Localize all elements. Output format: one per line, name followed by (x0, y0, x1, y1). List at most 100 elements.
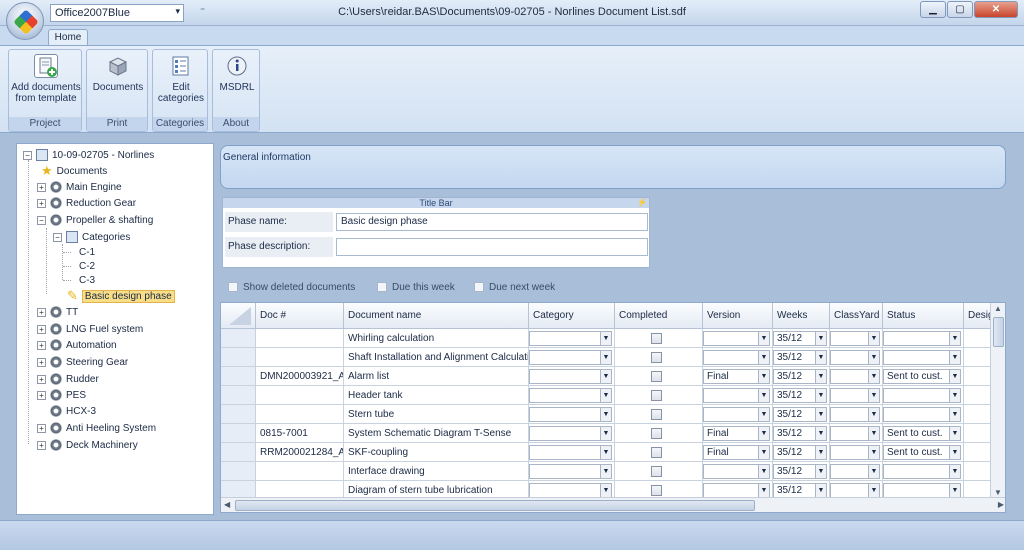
category-dropdown[interactable]: ▼ (529, 445, 612, 460)
scroll-up-icon[interactable]: ▲ (994, 304, 1002, 313)
horizontal-scrollbar[interactable]: ◀ ▶ (221, 497, 1005, 512)
tree-item-main-engine[interactable]: + Main Engine (37, 179, 122, 195)
version-dropdown[interactable]: Final ▼ (703, 445, 770, 460)
expand-icon[interactable]: + (37, 198, 46, 208)
row-header[interactable] (221, 386, 256, 405)
completed-checkbox[interactable] (651, 390, 662, 401)
classyard-dropdown[interactable]: ▼ (830, 445, 880, 460)
column-header-category[interactable]: Category (529, 303, 615, 329)
completed-checkbox[interactable] (651, 371, 662, 382)
expand-icon[interactable]: + (37, 423, 46, 433)
status-dropdown[interactable]: ▼ (883, 464, 961, 479)
application-menu-button[interactable] (6, 2, 44, 40)
document-name-cell[interactable]: Alarm list (344, 367, 529, 386)
expand-icon[interactable]: + (37, 374, 46, 384)
doc-number-cell[interactable] (256, 348, 344, 367)
status-dropdown[interactable]: ▼ (883, 483, 961, 498)
expand-icon[interactable]: + (37, 307, 46, 317)
general-information-panel[interactable]: General information (220, 145, 1006, 189)
doc-number-cell[interactable] (256, 386, 344, 405)
version-dropdown[interactable]: ▼ (703, 407, 770, 422)
tree-item-deck-machinery[interactable]: + Deck Machinery (37, 437, 138, 453)
doc-number-cell[interactable] (256, 462, 344, 481)
vertical-scroll-thumb[interactable] (993, 317, 1004, 347)
row-header[interactable] (221, 367, 256, 386)
column-header-version[interactable]: Version (703, 303, 773, 329)
edit-categories-button[interactable]: Edit categories (155, 52, 207, 104)
minimize-button[interactable]: ▁ (920, 1, 946, 18)
due-next-week-checkbox[interactable]: Due next week (474, 280, 555, 294)
due-this-week-checkbox[interactable]: Due this week (377, 280, 455, 294)
project-tree[interactable]: − 10-09-02705 - Norlines ★ Documents + M… (16, 143, 214, 515)
column-header-status[interactable]: Status (883, 303, 964, 329)
completed-checkbox[interactable] (651, 466, 662, 477)
expand-icon[interactable]: + (37, 440, 46, 450)
tree-item-rudder[interactable]: + Rudder (37, 371, 99, 387)
tree-item-c3[interactable]: C-3 (63, 272, 95, 288)
tree-item-documents[interactable]: ★ Documents (41, 163, 107, 179)
expand-icon[interactable]: + (37, 340, 46, 350)
category-dropdown[interactable]: ▼ (529, 483, 612, 498)
tree-item-reduction-gear[interactable]: + Reduction Gear (37, 195, 136, 211)
completed-checkbox[interactable] (651, 428, 662, 439)
select-all-corner[interactable] (221, 303, 256, 329)
classyard-dropdown[interactable]: ▼ (830, 407, 880, 422)
scroll-left-icon[interactable]: ◀ (224, 500, 230, 509)
document-name-cell[interactable]: Header tank (344, 386, 529, 405)
status-dropdown[interactable]: ▼ (883, 407, 961, 422)
category-dropdown[interactable]: ▼ (529, 464, 612, 479)
completed-checkbox[interactable] (651, 447, 662, 458)
close-button[interactable]: ✕ (974, 1, 1018, 18)
category-dropdown[interactable]: ▼ (529, 369, 612, 384)
classyard-dropdown[interactable]: ▼ (830, 483, 880, 498)
status-dropdown[interactable]: ▼ (883, 331, 961, 346)
expand-icon[interactable]: + (37, 182, 46, 192)
show-deleted-checkbox[interactable]: Show deleted documents (228, 280, 355, 294)
row-header[interactable] (221, 348, 256, 367)
completed-checkbox[interactable] (651, 352, 662, 363)
row-header[interactable] (221, 462, 256, 481)
category-dropdown[interactable]: ▼ (529, 426, 612, 441)
completed-checkbox[interactable] (651, 409, 662, 420)
row-header[interactable] (221, 443, 256, 462)
expand-icon[interactable]: + (37, 390, 46, 400)
tree-item-hcx3[interactable]: HCX-3 (50, 403, 96, 419)
doc-number-cell[interactable]: DMN200003921_A (256, 367, 344, 386)
weeks-dropdown[interactable]: 35/12 ▼ (773, 426, 827, 441)
collapse-icon[interactable]: − (23, 150, 32, 160)
doc-number-cell[interactable] (256, 405, 344, 424)
tree-item-pes[interactable]: + PES (37, 387, 86, 403)
msdrl-button[interactable]: MSDRL (215, 52, 259, 93)
status-dropdown[interactable]: Sent to cust. ▼ (883, 369, 961, 384)
collapse-icon[interactable]: − (53, 232, 62, 242)
row-header[interactable] (221, 329, 256, 348)
phase-name-input[interactable]: Basic design phase (336, 213, 648, 231)
column-header-document-name[interactable]: Document name (344, 303, 529, 329)
column-header-doc-number[interactable]: Doc # (256, 303, 344, 329)
tree-item-propeller-shafting[interactable]: − Propeller & shafting (37, 212, 153, 228)
tree-item-tt[interactable]: + TT (37, 304, 78, 320)
classyard-dropdown[interactable]: ▼ (830, 350, 880, 365)
column-header-completed[interactable]: Completed (615, 303, 703, 329)
horizontal-scroll-thumb[interactable] (235, 500, 755, 511)
classyard-dropdown[interactable]: ▼ (830, 426, 880, 441)
status-dropdown[interactable]: ▼ (883, 388, 961, 403)
weeks-dropdown[interactable]: 35/12 ▼ (773, 464, 827, 479)
tree-root[interactable]: − 10-09-02705 - Norlines (23, 147, 154, 163)
tree-item-anti-heeling-system[interactable]: + Anti Heeling System (37, 420, 156, 436)
version-dropdown[interactable]: ▼ (703, 483, 770, 498)
classyard-dropdown[interactable]: ▼ (830, 388, 880, 403)
collapse-icon[interactable]: − (37, 215, 46, 225)
status-dropdown[interactable]: ▼ (883, 350, 961, 365)
category-dropdown[interactable]: ▼ (529, 388, 612, 403)
print-documents-button[interactable]: Documents (89, 52, 147, 93)
pin-icon[interactable]: ⚡ (637, 198, 647, 208)
doc-number-cell[interactable]: 0815-7001 (256, 424, 344, 443)
version-dropdown[interactable]: Final ▼ (703, 426, 770, 441)
completed-checkbox[interactable] (651, 485, 662, 496)
row-header[interactable] (221, 424, 256, 443)
document-name-cell[interactable]: Interface drawing (344, 462, 529, 481)
expand-icon[interactable]: + (37, 357, 46, 367)
tree-item-automation[interactable]: + Automation (37, 337, 117, 353)
version-dropdown[interactable]: ▼ (703, 388, 770, 403)
